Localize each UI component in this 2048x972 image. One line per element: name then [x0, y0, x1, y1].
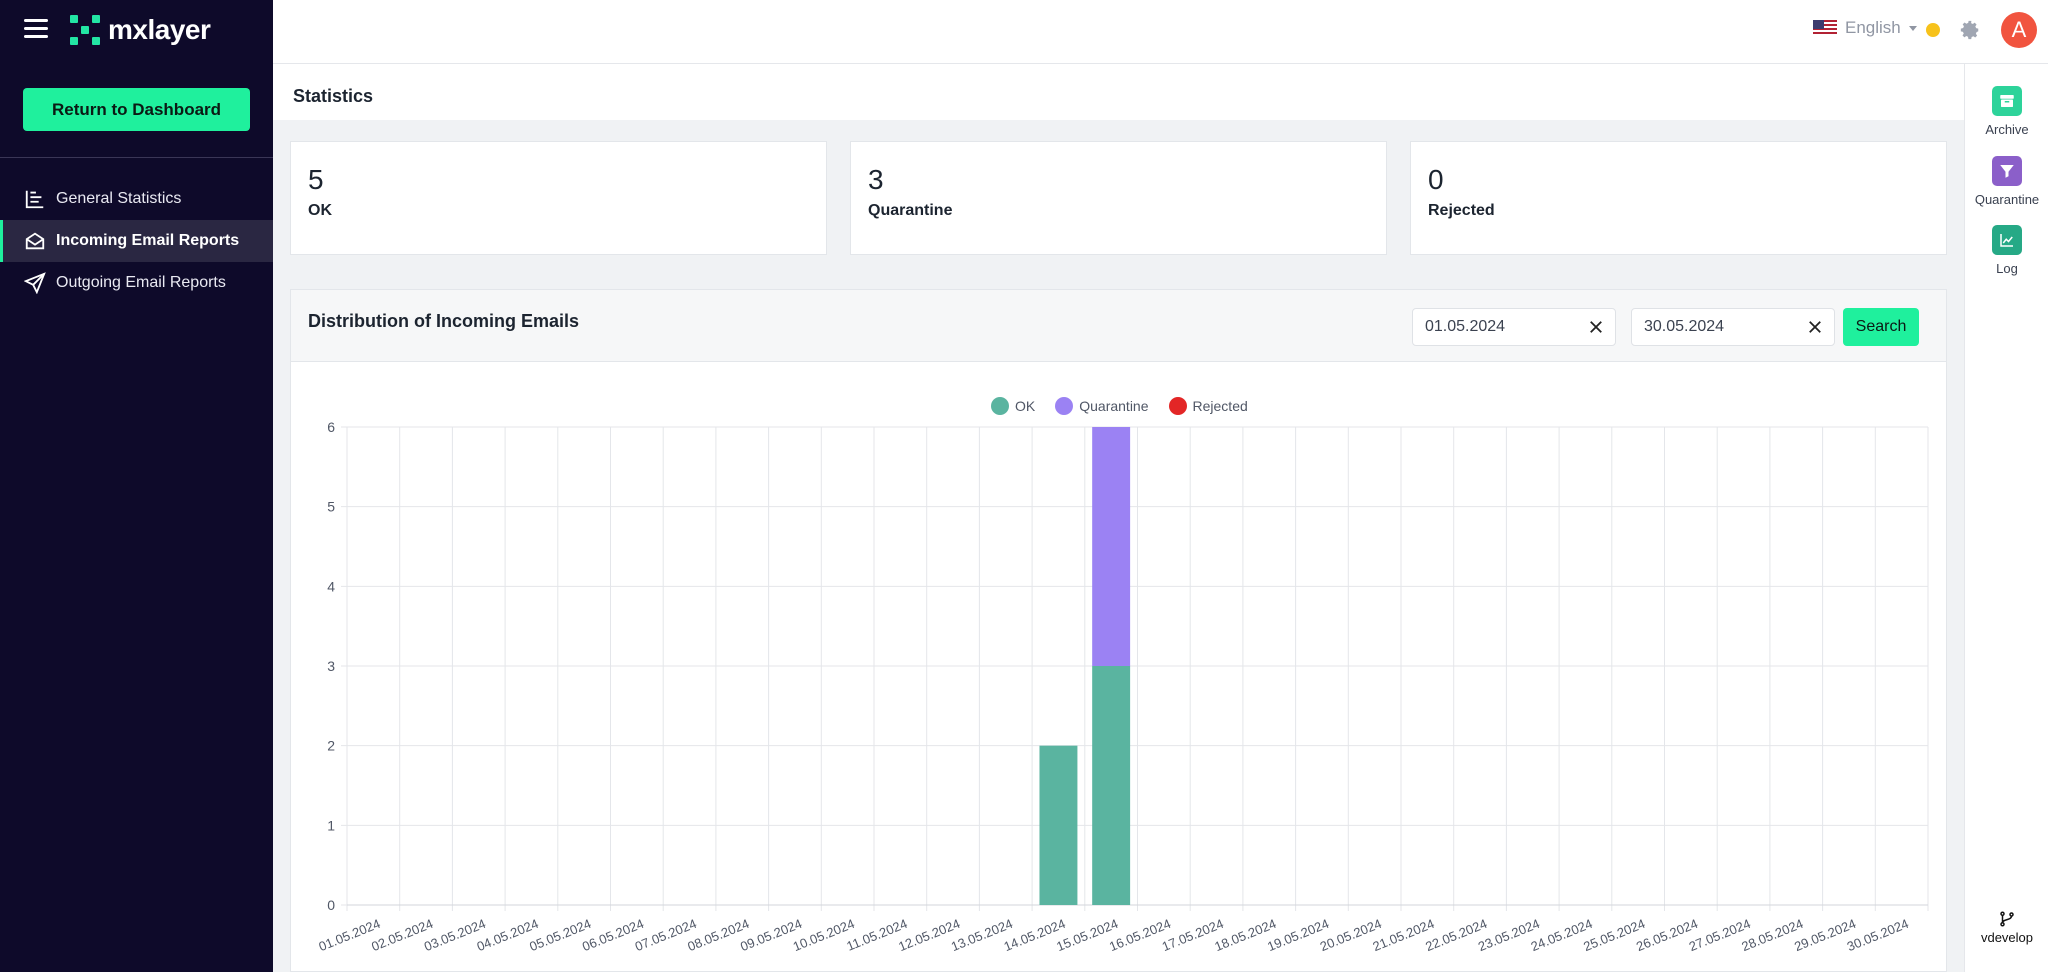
date-from-input[interactable] — [1425, 318, 1575, 336]
log-chart-icon — [1992, 225, 2022, 255]
distribution-panel: Distribution of Incoming Emails Search O… — [290, 289, 1947, 972]
sidebar-item-label: Incoming Email Reports — [56, 232, 240, 249]
us-flag-icon — [1813, 20, 1837, 36]
y-tick-label: 6 — [327, 419, 335, 435]
stat-card-rejected: 0 Rejected — [1410, 141, 1947, 255]
vdevelop-link[interactable]: vdevelop — [1965, 910, 2048, 945]
chart-area: OK Quarantine Rejected 0 1 2 3 4 5 6 01.05.2024 02… — [291, 364, 1946, 969]
sidebar: mxlayer Return to Dashboard General Stat… — [0, 0, 273, 972]
send-icon — [24, 272, 46, 294]
sidebar-item-outgoing-email-reports[interactable]: Outgoing Email Reports — [0, 262, 273, 304]
page-header: Statistics — [273, 64, 1964, 120]
panel-title: Distribution of Incoming Emails — [308, 311, 580, 331]
bar-ok — [1092, 666, 1131, 905]
rail-item-log[interactable]: Log — [1965, 225, 2048, 276]
language-selector[interactable]: English — [1813, 18, 1917, 38]
logo-mark-icon — [70, 15, 100, 45]
git-branch-icon — [2000, 911, 2014, 927]
rail-item-label: Archive — [1985, 122, 2029, 137]
stat-card-ok: 5 OK — [290, 141, 827, 255]
y-tick-label: 5 — [327, 499, 335, 515]
close-icon[interactable] — [1806, 318, 1824, 336]
chart-icon — [25, 190, 44, 209]
rail-item-label: Log — [1996, 261, 2018, 276]
rail-item-archive[interactable]: Archive — [1965, 86, 2048, 137]
filter-icon — [1992, 156, 2022, 186]
sidebar-nav: General Statistics Incoming Email Report… — [0, 178, 273, 304]
stat-card-quarantine: 3 Quarantine — [850, 141, 1387, 255]
y-tick-label: 2 — [327, 738, 335, 754]
sidebar-item-incoming-email-reports[interactable]: Incoming Email Reports — [0, 220, 273, 262]
gear-icon[interactable] — [1959, 19, 1981, 41]
stat-label: OK — [308, 202, 332, 219]
chevron-down-icon — [1908, 25, 1917, 31]
stat-label: Rejected — [1428, 202, 1495, 219]
rail-item-label: Quarantine — [1974, 192, 2040, 207]
return-to-dashboard-button[interactable]: Return to Dashboard — [23, 88, 250, 131]
date-to-input[interactable] — [1644, 318, 1794, 336]
stat-value: 0 — [1428, 164, 1444, 195]
right-rail: Archive Quarantine Log vdevelop — [1964, 64, 2048, 972]
logo[interactable]: mxlayer — [70, 14, 211, 46]
logo-text: mxlayer — [108, 14, 211, 45]
y-tick-label: 0 — [327, 897, 335, 913]
y-tick-label: 3 — [327, 658, 335, 674]
rail-item-quarantine[interactable]: Quarantine — [1965, 156, 2048, 207]
top-bar: English A — [273, 0, 2048, 64]
status-indicator[interactable] — [1926, 23, 1940, 37]
page-title: Statistics — [293, 86, 374, 106]
bar-quarantine — [1092, 427, 1131, 666]
sidebar-item-label: General Statistics — [56, 190, 182, 207]
panel-header: Distribution of Incoming Emails Search — [291, 290, 1946, 362]
bar-ok — [1039, 745, 1078, 905]
search-button[interactable]: Search — [1843, 308, 1919, 346]
envelope-open-icon — [25, 232, 45, 250]
y-tick-label: 1 — [327, 817, 335, 833]
sidebar-divider — [0, 157, 273, 158]
date-to-field[interactable] — [1631, 308, 1835, 346]
stat-label: Quarantine — [868, 202, 953, 219]
date-from-field[interactable] — [1412, 308, 1616, 346]
vdevelop-label: vdevelop — [1980, 930, 2034, 945]
bar-chart: 012345601.05.202402.05.202403.05.202404.… — [317, 419, 1929, 954]
stat-value: 5 — [308, 164, 324, 195]
menu-icon[interactable] — [24, 19, 48, 39]
avatar[interactable]: A — [2001, 12, 2037, 48]
sidebar-item-label: Outgoing Email Reports — [56, 274, 226, 291]
sidebar-item-general-statistics[interactable]: General Statistics — [0, 178, 273, 220]
stat-value: 3 — [868, 164, 884, 195]
language-label: English — [1845, 18, 1901, 37]
close-icon[interactable] — [1587, 318, 1605, 336]
y-tick-label: 4 — [327, 578, 335, 594]
archive-icon — [1992, 86, 2022, 116]
